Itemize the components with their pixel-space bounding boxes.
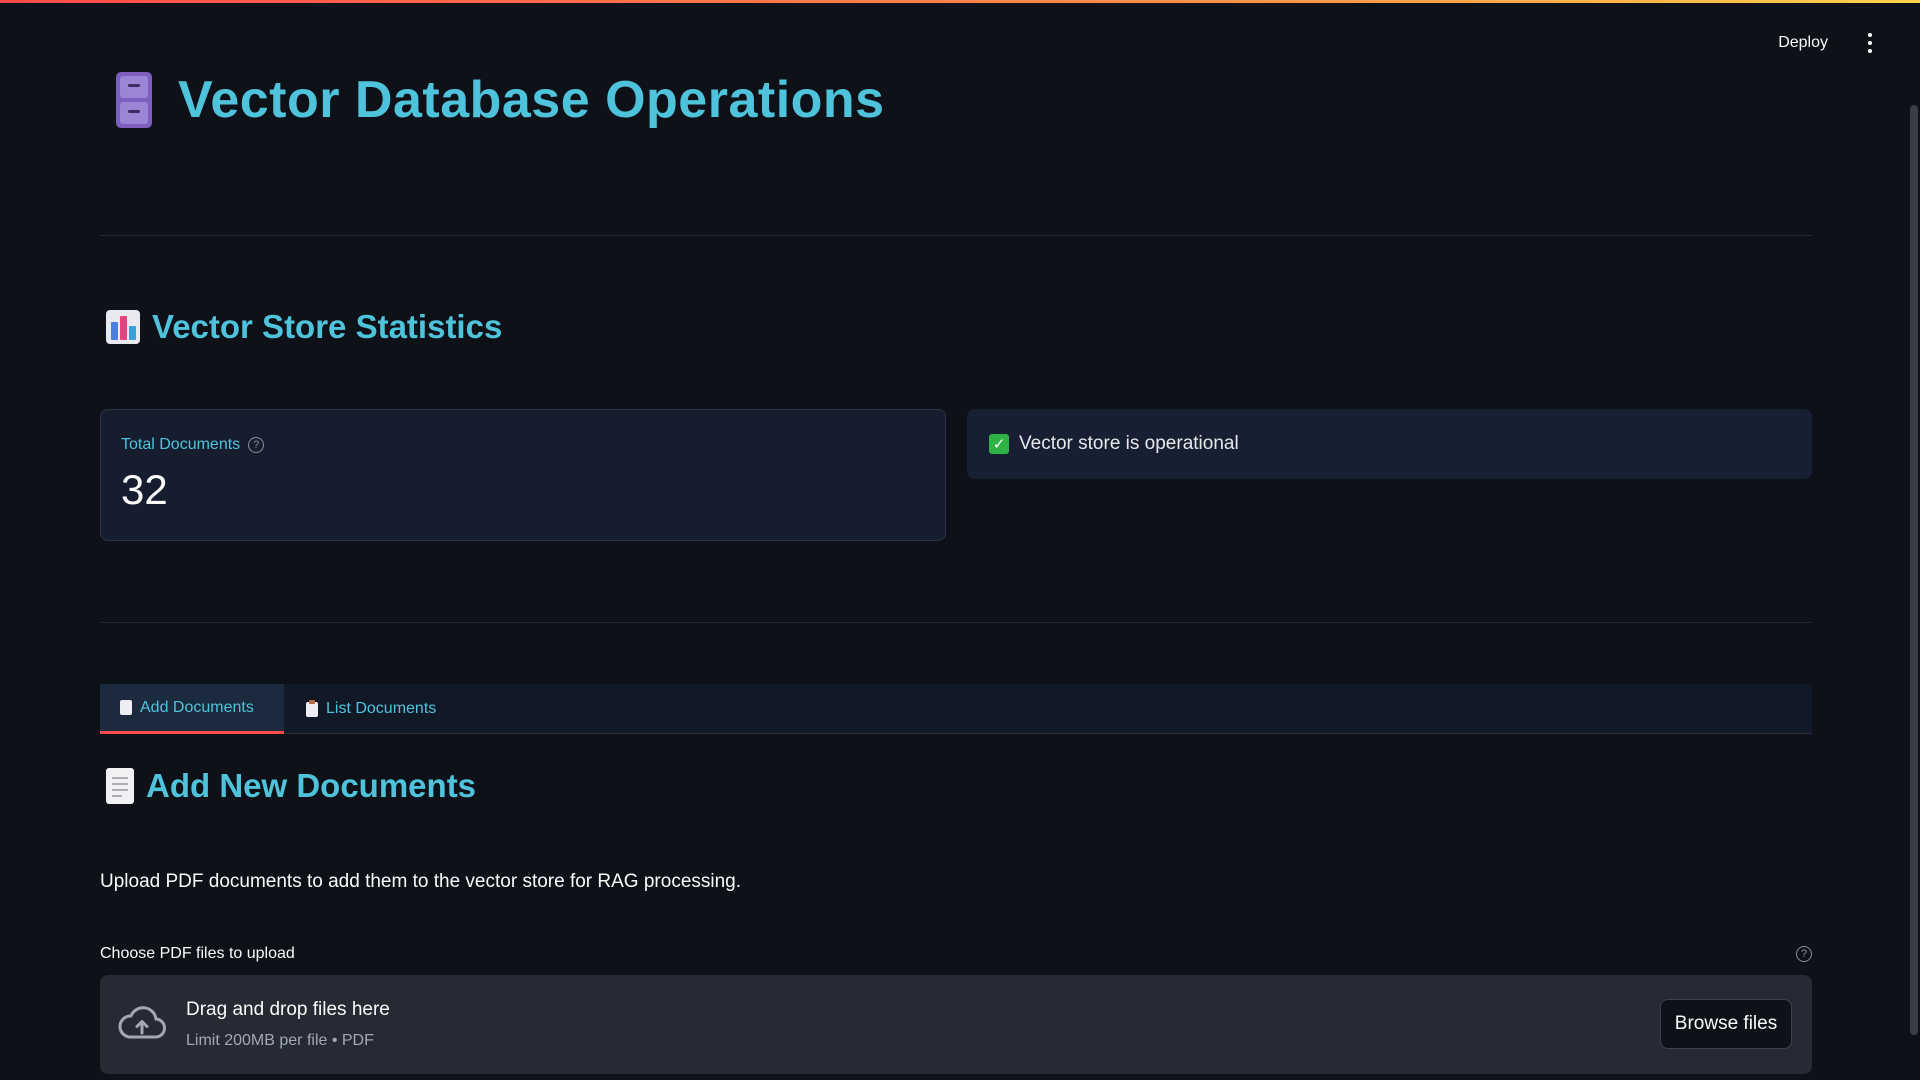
more-vertical-icon[interactable] [1860, 31, 1880, 55]
top-decoration-bar [0, 0, 1920, 3]
stats-heading: Vector Store Statistics [106, 308, 502, 346]
divider [100, 622, 1812, 623]
dropzone-title: Drag and drop files here [186, 999, 390, 1020]
metric-value: 32 [121, 466, 168, 513]
check-mark-button-icon: ✓ [989, 434, 1009, 454]
metric-label-text: Total Documents [121, 436, 241, 453]
dropzone-subtitle: Limit 200MB per file • PDF [186, 1032, 374, 1049]
deploy-button[interactable]: Deploy [1772, 28, 1834, 58]
help-icon[interactable]: ? [1796, 946, 1812, 962]
cloud-upload-icon [118, 1006, 166, 1039]
stats-heading-text: Vector Store Statistics [152, 308, 503, 345]
clipboard-icon [306, 699, 318, 717]
help-icon[interactable]: ? [248, 437, 265, 453]
divider [100, 235, 1812, 236]
upload-description: Upload PDF documents to add them to the … [100, 871, 742, 892]
bar-chart-icon [106, 310, 140, 344]
page-facing-up-icon [106, 768, 134, 804]
add-documents-heading-text: Add New Documents [146, 767, 477, 804]
page-title-row: Vector Database Operations [114, 70, 885, 130]
tab-add-documents[interactable]: Add Documents [100, 684, 284, 734]
tab-bar: Add Documents List Documents [100, 684, 1812, 734]
file-dropzone[interactable]: Drag and drop files here Limit 200MB per… [100, 975, 1812, 1074]
status-alert: ✓ Vector store is operational [967, 409, 1812, 479]
browse-files-button[interactable]: Browse files [1660, 999, 1792, 1049]
scrollbar[interactable] [1910, 105, 1918, 1035]
page-facing-up-icon [120, 700, 132, 715]
total-documents-metric: Total Documents ? 32 [100, 409, 946, 541]
tab-label: Add Documents [140, 698, 254, 716]
status-text: Vector store is operational [1019, 433, 1239, 454]
add-documents-heading: Add New Documents [106, 767, 476, 805]
page-title: Vector Database Operations [178, 71, 885, 129]
uploader-label: Choose PDF files to upload [100, 945, 295, 962]
tab-list-documents[interactable]: List Documents [286, 684, 456, 734]
file-cabinet-icon [114, 72, 154, 128]
app-header: Deploy [1772, 28, 1880, 58]
metric-label: Total Documents ? [121, 436, 265, 454]
tab-label: List Documents [326, 700, 437, 717]
